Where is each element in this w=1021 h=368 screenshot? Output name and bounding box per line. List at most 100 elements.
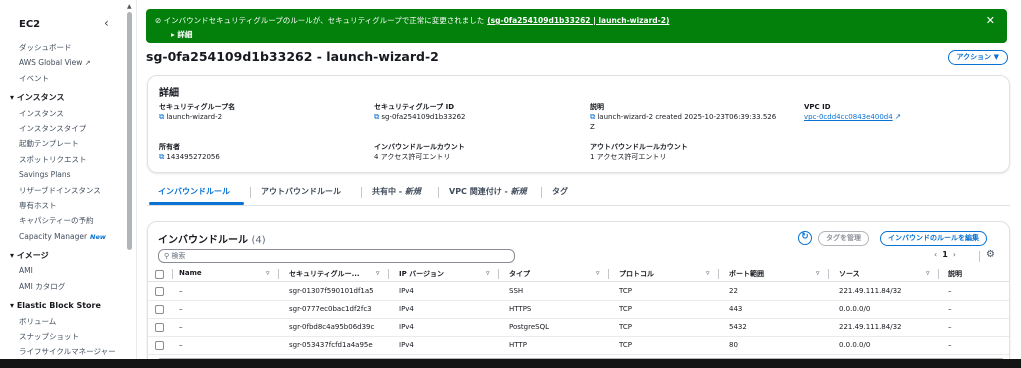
field-vpc-id: VPC ID vpc-0cdd4cc0843e400d4 ↗ <box>804 102 903 122</box>
tab-vpc-associations[interactable]: VPC 関連付け - 新規 <box>449 186 527 197</box>
field-value: 1 アクセス許可エントリ <box>590 153 667 161</box>
field-label: 説明 <box>590 103 604 111</box>
sort-icon[interactable]: ▿ <box>706 269 710 277</box>
field-value: 4 アクセス許可エントリ <box>374 153 451 161</box>
sort-icon[interactable]: ▿ <box>926 269 930 277</box>
tab-new-label: 新規 <box>510 187 527 196</box>
table-row[interactable]: – sgr-0777ec0bac1df2fc3 IPv4 HTTPS TCP 4… <box>148 301 1009 319</box>
sidebar-section-ebs[interactable]: ▾ Elastic Block Store <box>0 298 124 313</box>
sidebar-section-images[interactable]: ▾ イメージ <box>0 248 124 263</box>
external-link-icon[interactable]: ↗ <box>895 112 901 121</box>
column-divider <box>828 269 829 279</box>
vpc-link[interactable]: vpc-0cdd4cc0843e400d4 <box>804 113 893 121</box>
field-value-wrap: Z <box>590 123 595 131</box>
sidebar-scrollbar[interactable] <box>127 12 132 250</box>
cell-source: 0.0.0.0/0 <box>839 341 871 349</box>
col-ip-version[interactable]: IP バージョン <box>399 269 444 279</box>
flash-details-toggle[interactable]: ▸ 詳細 <box>171 29 192 40</box>
copy-icon[interactable]: ⧉ <box>159 152 164 161</box>
sidebar-item-ami-catalog[interactable]: AMI カタログ <box>0 279 124 294</box>
pager-divider <box>979 251 980 262</box>
prev-page-icon[interactable]: ‹ <box>934 250 937 259</box>
sidebar-item-volumes[interactable]: ボリューム <box>0 314 124 329</box>
sidebar-item-global-view[interactable]: AWS Global View ↗ <box>0 55 124 70</box>
tab-inbound-rules[interactable]: インバウンドルール <box>158 186 230 197</box>
chevron-left-icon[interactable]: ‹ <box>104 16 109 30</box>
close-icon[interactable]: ✕ <box>986 14 995 27</box>
field-label: セキュリティグループ ID <box>374 103 455 111</box>
external-link-icon: ↗ <box>84 59 91 68</box>
gear-icon[interactable]: ⚙ <box>986 249 995 260</box>
pagination: ‹ 1 › <box>934 250 956 259</box>
scroll-up-icon[interactable]: ▲ <box>127 3 132 10</box>
sidebar-section-instances[interactable]: ▾ インスタンス <box>0 90 124 105</box>
refresh-icon[interactable]: ↻ <box>798 231 812 245</box>
cell-ip-version: IPv4 <box>399 287 414 295</box>
sidebar-item-capacity-reservations[interactable]: キャパシティーの予約 <box>0 213 124 228</box>
section-label: インスタンス <box>16 93 65 103</box>
sidebar-item-dedicated-hosts[interactable]: 専有ホスト <box>0 198 124 213</box>
edit-inbound-rules-button[interactable]: インバウンドのルールを編集 <box>880 231 987 246</box>
col-port-range[interactable]: ポート範囲 <box>729 269 764 279</box>
field-value: launch-wizard-2 <box>166 113 223 121</box>
field-label: VPC ID <box>804 103 831 111</box>
cell-port-range: 80 <box>729 341 738 349</box>
col-name[interactable]: Name <box>179 269 202 277</box>
flash-link[interactable]: (sg-0fa254109d1b33262 | launch-wizard-2) <box>487 16 669 25</box>
sidebar-item-spot-requests[interactable]: スポットリクエスト <box>0 152 124 167</box>
cell-type: PostgreSQL <box>509 323 549 331</box>
sidebar-item-dashboard[interactable]: ダッシュボード <box>0 40 124 55</box>
section-label: Elastic Block Store <box>16 301 101 311</box>
col-protocol[interactable]: プロトコル <box>619 269 654 279</box>
tab-sharing[interactable]: 共有中 - 新規 <box>372 186 421 197</box>
section-label: イメージ <box>16 251 49 261</box>
sidebar-item-lifecycle-manager[interactable]: ライフサイクルマネージャー <box>0 344 124 359</box>
cell-ip-version: IPv4 <box>399 341 414 349</box>
table-row[interactable]: – sgr-0fbd8c4a95b06d39c IPv4 PostgreSQL … <box>148 319 1009 337</box>
copy-icon[interactable]: ⧉ <box>374 112 379 121</box>
tab-outbound-rules[interactable]: アウトバウンドルール <box>261 186 341 197</box>
sort-icon[interactable]: ▿ <box>486 269 490 277</box>
table-row[interactable]: – sgr-01307f590101df1a5 IPv4 SSH TCP 22 … <box>148 283 1009 301</box>
sort-icon[interactable]: ▿ <box>266 269 270 277</box>
sort-icon[interactable]: ▿ <box>376 269 380 277</box>
page-number[interactable]: 1 <box>942 250 948 259</box>
sidebar-item-capacity-manager[interactable]: Capacity Manager New <box>0 229 124 244</box>
row-checkbox[interactable] <box>155 341 164 350</box>
select-all-checkbox[interactable] <box>155 270 164 279</box>
cell-name: – <box>179 341 183 349</box>
sidebar-item-snapshots[interactable]: スナップショット <box>0 329 124 344</box>
caret-down-icon: ▾ <box>10 301 17 311</box>
cell-type: HTTPS <box>509 305 532 313</box>
caret-down-icon: ▾ <box>10 251 17 261</box>
copy-icon[interactable]: ⧉ <box>159 112 164 121</box>
field-outbound-count: アウトバウンドルールカウント 1 アクセス許可エントリ <box>590 142 688 162</box>
copy-icon[interactable]: ⧉ <box>590 112 595 121</box>
col-rule-id[interactable]: セキュリティグルー... <box>289 269 360 279</box>
col-type[interactable]: タイプ <box>509 269 530 279</box>
next-page-icon[interactable]: › <box>953 250 956 259</box>
rules-title-text: インバウンドルール <box>158 235 248 246</box>
col-description[interactable]: 説明 <box>948 269 962 279</box>
table-row[interactable]: – sgr-053437fcfd1a4a95e IPv4 HTTP TCP 80… <box>148 337 1009 355</box>
row-checkbox[interactable] <box>155 323 164 332</box>
sidebar-item-launch-templates[interactable]: 起動テンプレート <box>0 136 124 151</box>
actions-button[interactable]: アクション ▼ <box>947 50 1008 65</box>
sidebar-item-reserved-instances[interactable]: リザーブドインスタンス <box>0 183 124 198</box>
cell-source: 0.0.0.0/0 <box>839 305 871 313</box>
sidebar-item-instances[interactable]: インスタンス <box>0 106 124 121</box>
sidebar-item-savings-plans[interactable]: Savings Plans <box>0 167 124 182</box>
sort-icon[interactable]: ▿ <box>596 269 600 277</box>
sidebar-item-events[interactable]: イベント <box>0 71 124 86</box>
tab-tags[interactable]: タグ <box>552 186 568 197</box>
row-checkbox[interactable] <box>155 305 164 314</box>
col-source[interactable]: ソース <box>839 269 860 279</box>
row-checkbox[interactable] <box>155 287 164 296</box>
sidebar-item-ami[interactable]: AMI <box>0 263 124 278</box>
column-divider <box>718 269 719 279</box>
bottom-bar <box>0 359 1021 368</box>
search-input[interactable]: ⚲ 検索 <box>158 249 515 263</box>
sidebar-item-instance-types[interactable]: インスタンスタイプ <box>0 121 124 136</box>
manage-tags-button[interactable]: タグを管理 <box>818 231 869 246</box>
sort-icon[interactable]: ▿ <box>816 269 820 277</box>
